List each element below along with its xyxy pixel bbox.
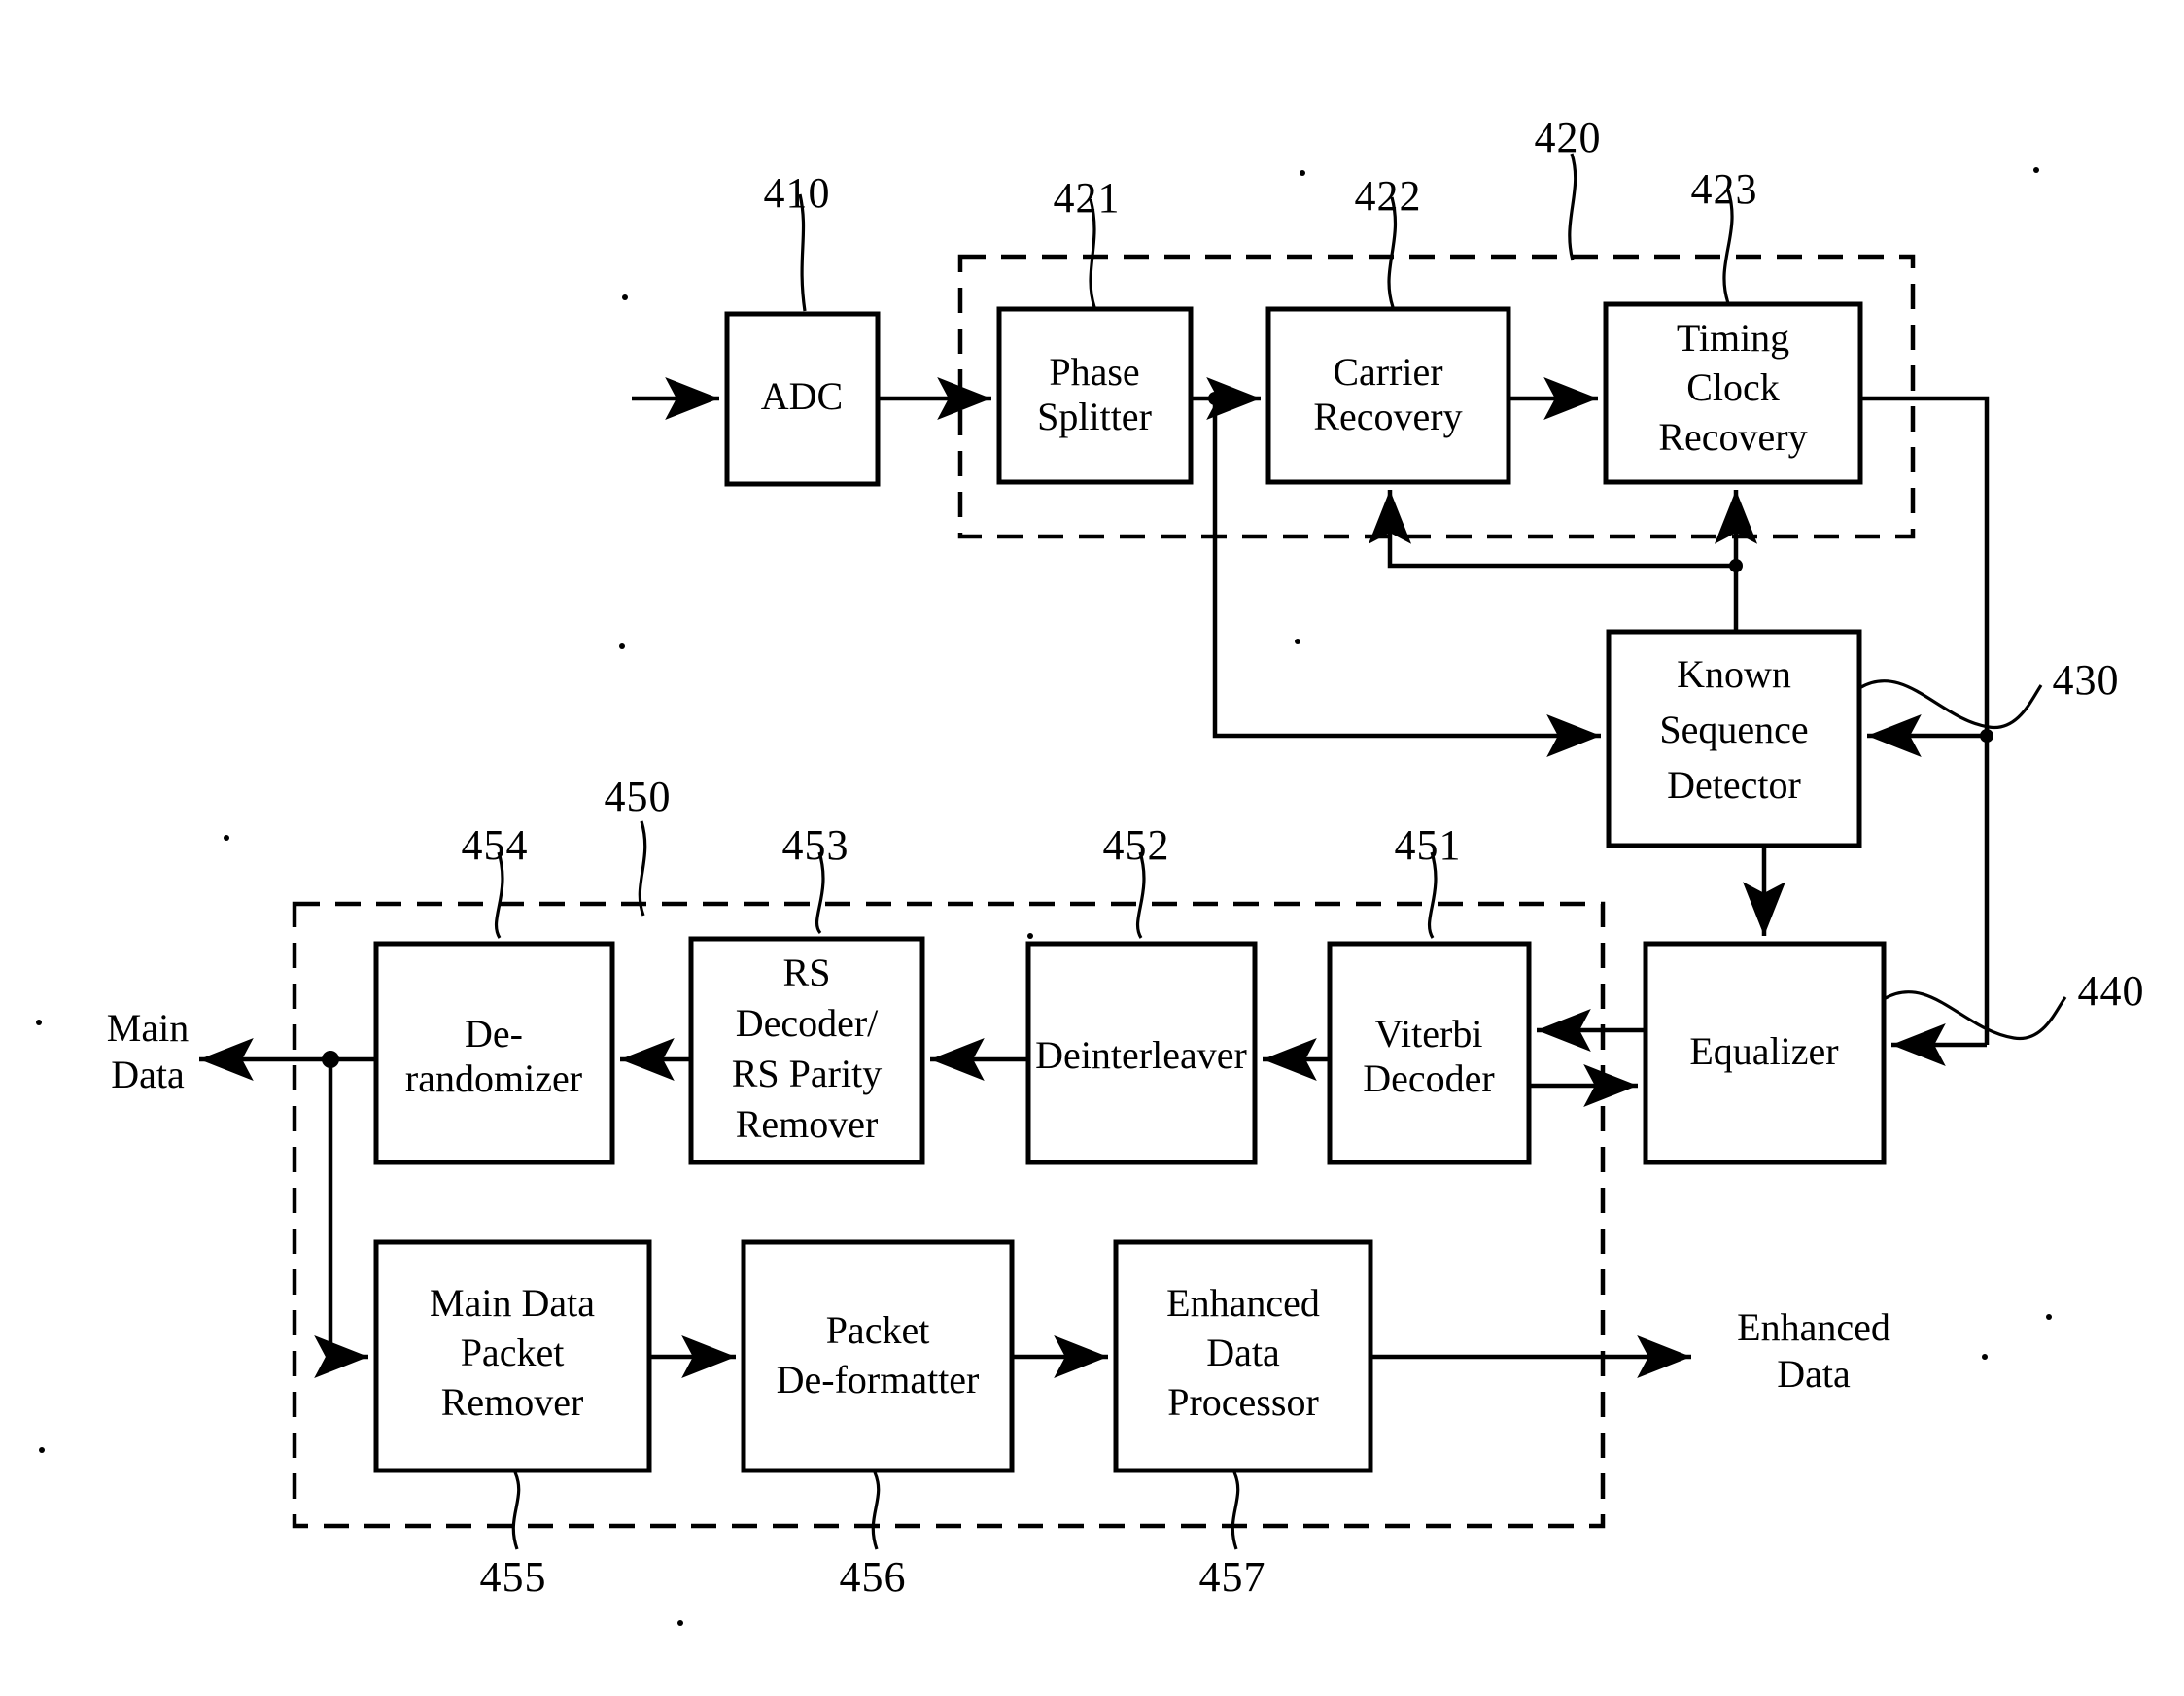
- io-label-enhanced-data-line1: Enhanced: [1737, 1305, 1890, 1349]
- junction-rail-ksd: [1980, 729, 1993, 743]
- scan-speck: [1300, 170, 1305, 176]
- ref-number-440: 440: [2078, 967, 2145, 1015]
- block-main-data-packet-remover-label-line2: Packet: [461, 1331, 565, 1374]
- block-equalizer-label-line1: Equalizer: [1689, 1029, 1838, 1073]
- ref-number-410: 410: [764, 169, 831, 217]
- leader-430: [1858, 679, 2043, 730]
- leader-440: [1883, 990, 2067, 1041]
- block-main-data-packet-remover-label-line3: Remover: [441, 1380, 584, 1424]
- scan-speck: [2046, 1314, 2052, 1320]
- patent-figure-page: ADC Phase Splitter Carrier Recovery Timi…: [0, 0, 2184, 1696]
- scan-speck: [1982, 1354, 1988, 1360]
- junction-ksd-feedback-split: [1729, 559, 1743, 572]
- block-enhanced-data-processor-label-line1: Enhanced: [1166, 1281, 1320, 1325]
- block-known-sequence-detector-label-line3: Detector: [1667, 763, 1801, 807]
- ref-number-454: 454: [462, 821, 529, 869]
- scan-speck: [36, 1020, 42, 1025]
- io-label-main-data-line1: Main: [107, 1006, 189, 1050]
- scan-speck: [677, 1620, 683, 1626]
- ref-number-455: 455: [480, 1553, 547, 1601]
- leader-455: [511, 1471, 521, 1550]
- ref-number-453: 453: [782, 821, 849, 869]
- block-rs-decoder-label-line1: RS: [783, 951, 831, 994]
- ref-number-450: 450: [605, 773, 672, 820]
- scan-speck: [1295, 639, 1300, 644]
- ref-number-422: 422: [1355, 172, 1422, 220]
- block-carrier-recovery-label-line2: Recovery: [1313, 395, 1462, 438]
- block-packet-de-formatter-label-line1: Packet: [826, 1308, 930, 1352]
- wire-ksd-feedback-to-carrier-recovery: [1368, 489, 1736, 569]
- leader-450: [638, 820, 647, 917]
- block-enhanced-data-processor-label-line2: Data: [1206, 1331, 1280, 1374]
- block-timing-clock-recovery-label-line2: Clock: [1686, 365, 1780, 409]
- wire-de-randomizer-tap-to-main-data-packet-remover: [314, 1059, 369, 1379]
- block-rs-decoder-label-line4: Remover: [736, 1102, 879, 1146]
- block-carrier-recovery-label-line1: Carrier: [1333, 350, 1442, 394]
- block-enhanced-data-processor-label-line3: Processor: [1167, 1380, 1319, 1424]
- block-adc-label-line1: ADC: [761, 374, 843, 418]
- scan-speck: [619, 643, 625, 649]
- leader-420: [1568, 153, 1577, 261]
- io-label-main-data-line2: Data: [111, 1053, 185, 1096]
- scan-speck: [622, 294, 628, 300]
- block-diagram-canvas: ADC Phase Splitter Carrier Recovery Timi…: [36, 114, 2145, 1626]
- block-rs-decoder-label-line2: Decoder/: [736, 1001, 879, 1045]
- ref-number-421: 421: [1054, 174, 1121, 222]
- block-known-sequence-detector-label-line2: Sequence: [1659, 708, 1808, 751]
- io-label-enhanced-data-line2: Data: [1777, 1352, 1851, 1396]
- block-viterbi-decoder-label-line1: Viterbi: [1375, 1012, 1483, 1056]
- ref-number-420: 420: [1535, 114, 1602, 161]
- leader-457: [1231, 1471, 1240, 1550]
- ref-number-456: 456: [840, 1553, 907, 1601]
- block-timing-clock-recovery-label-line3: Recovery: [1658, 415, 1807, 459]
- ref-number-423: 423: [1691, 165, 1758, 213]
- block-packet-de-formatter[interactable]: [741, 1239, 1015, 1473]
- ref-number-457: 457: [1199, 1553, 1266, 1601]
- ref-number-451: 451: [1395, 821, 1462, 869]
- block-main-data-packet-remover-label-line1: Main Data: [430, 1281, 595, 1325]
- block-deinterleaver-label-line1: Deinterleaver: [1035, 1033, 1247, 1077]
- block-timing-clock-recovery-label-line1: Timing: [1677, 316, 1789, 360]
- block-phase-splitter-label-line1: Phase: [1049, 350, 1139, 394]
- block-packet-de-formatter-label-line2: De-formatter: [777, 1358, 980, 1402]
- block-de-randomizer-label-line2: randomizer: [405, 1056, 582, 1100]
- block-rs-decoder-label-line3: RS Parity: [732, 1052, 882, 1095]
- ref-number-452: 452: [1103, 821, 1170, 869]
- leader-456: [871, 1471, 881, 1550]
- scan-speck: [224, 835, 229, 841]
- block-phase-splitter-label-line2: Splitter: [1037, 395, 1152, 438]
- block-de-randomizer-label-line1: De-: [465, 1012, 523, 1056]
- scan-speck: [39, 1447, 45, 1453]
- ref-number-430: 430: [2053, 656, 2120, 704]
- block-known-sequence-detector-label-line1: Known: [1677, 652, 1791, 696]
- block-viterbi-decoder-label-line2: Decoder: [1363, 1056, 1494, 1100]
- scan-speck: [1027, 933, 1033, 939]
- scan-speck: [2033, 167, 2039, 173]
